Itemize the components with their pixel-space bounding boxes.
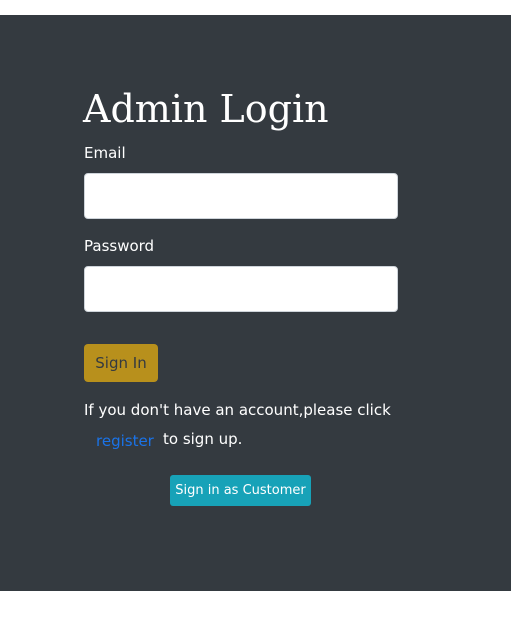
page-title: Admin Login [83, 87, 329, 131]
sign-in-button[interactable]: Sign In [84, 344, 158, 382]
email-field[interactable] [84, 173, 398, 219]
register-prompt-text: If you don't have an account,please clic… [84, 401, 391, 419]
password-field[interactable] [84, 266, 398, 312]
email-label: Email [84, 144, 126, 162]
password-label: Password [84, 237, 155, 255]
register-link[interactable]: register [96, 431, 154, 451]
sign-in-as-customer-button[interactable]: Sign in as Customer [170, 475, 311, 506]
sign-up-text: to sign up. [163, 430, 243, 448]
login-panel: Admin Login Email Password Sign In If yo… [0, 15, 511, 591]
